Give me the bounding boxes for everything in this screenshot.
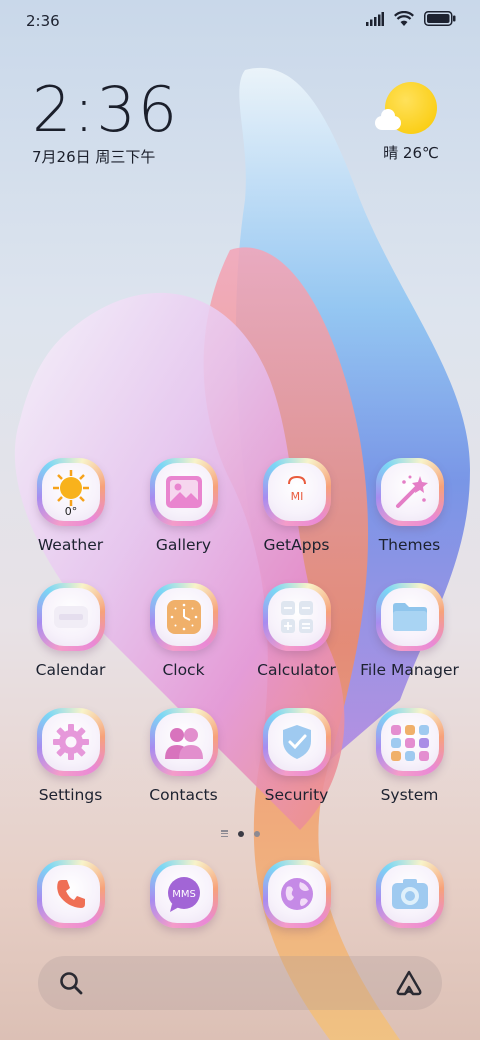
page-dot-2[interactable]	[253, 830, 260, 837]
app-label: Themes	[378, 536, 441, 554]
weather-temp-badge: 0°	[64, 505, 77, 517]
clock-widget[interactable]: 2:36 7月26日 周三下午	[32, 78, 179, 167]
app-label: System	[380, 786, 439, 804]
system-folder-icon	[390, 725, 429, 761]
signal-icon	[366, 11, 384, 26]
app-label: Contacts	[149, 786, 218, 804]
page-indicator	[0, 830, 480, 837]
globe-icon	[280, 878, 313, 910]
getapps-icon: MI	[287, 475, 306, 503]
weather-widget[interactable]: 晴 26℃	[375, 82, 446, 163]
app-security[interactable]: Security	[240, 708, 353, 804]
app-weather[interactable]: 0° Weather	[14, 458, 127, 554]
calculator-icon	[280, 601, 313, 633]
app-settings[interactable]: Settings	[14, 708, 127, 804]
clock-icon	[166, 600, 201, 634]
weather-text: 晴 26℃	[383, 144, 439, 162]
app-label: Weather	[37, 536, 104, 554]
dock-phone[interactable]	[14, 860, 127, 928]
app-label: Settings	[38, 786, 103, 804]
app-label: GetApps	[263, 536, 330, 554]
app-label: File Manager	[360, 661, 459, 679]
weather-icon: 0°	[52, 470, 89, 517]
sunny-weather-icon	[375, 82, 437, 134]
messages-icon: MMS	[167, 877, 200, 912]
gallery-icon	[165, 476, 202, 508]
dock-camera[interactable]	[353, 860, 466, 928]
app-label: Calculator	[257, 661, 336, 679]
app-contacts[interactable]: Contacts	[127, 708, 240, 804]
dock-browser[interactable]	[240, 860, 353, 928]
phone-icon	[56, 880, 85, 908]
contacts-icon	[164, 728, 203, 759]
app-label: Clock	[162, 661, 205, 679]
app-file-manager[interactable]: File Manager	[353, 583, 466, 679]
app-themes[interactable]: Themes	[353, 458, 466, 554]
calendar-icon	[53, 606, 88, 628]
app-system-folder[interactable]: System	[353, 708, 466, 804]
getapps-badge: MI	[290, 490, 303, 503]
search-button[interactable]	[58, 970, 84, 1000]
shield-icon	[282, 725, 311, 759]
status-time: 2:36	[26, 12, 60, 30]
camera-icon	[391, 879, 428, 909]
app-getapps[interactable]: MI GetApps	[240, 458, 353, 554]
gear-icon	[52, 724, 89, 760]
app-gallery[interactable]: Gallery	[127, 458, 240, 554]
search-icon	[60, 972, 83, 995]
app-calendar[interactable]: Calendar	[14, 583, 127, 679]
status-bar: 2:36	[0, 0, 480, 42]
mms-badge: MMS	[172, 889, 196, 900]
themes-icon	[395, 475, 428, 508]
clock-date: 7月26日 周三下午	[32, 148, 156, 166]
minus-one-screen-indicator[interactable]	[220, 830, 228, 837]
app-label: Gallery	[155, 536, 212, 554]
search-bar[interactable]	[38, 956, 442, 1010]
folder-icon	[392, 603, 427, 631]
status-icons	[366, 11, 456, 26]
app-label: Calendar	[35, 661, 106, 679]
page-dot-1[interactable]	[237, 830, 244, 837]
clock-time: 2:36	[32, 73, 180, 146]
dock-messages[interactable]: MMS	[127, 860, 240, 928]
app-calculator[interactable]: Calculator	[240, 583, 353, 679]
assistant-icon	[396, 970, 422, 996]
wifi-icon	[394, 11, 414, 26]
app-label: Security	[264, 786, 329, 804]
app-clock[interactable]: Clock	[127, 583, 240, 679]
assistant-button[interactable]	[394, 969, 424, 1001]
battery-icon	[424, 11, 456, 26]
